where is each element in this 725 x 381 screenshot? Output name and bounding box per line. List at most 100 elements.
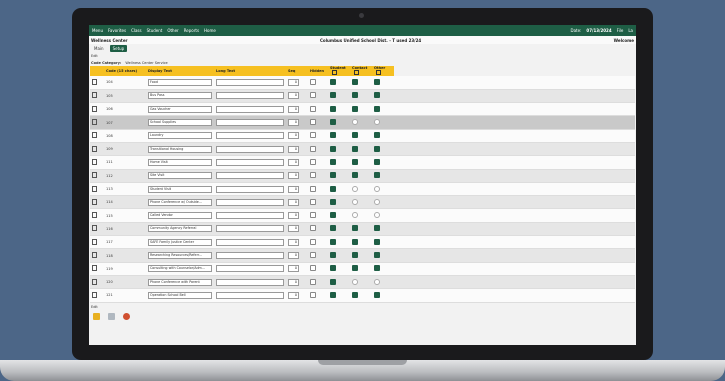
long-text-input[interactable] <box>216 225 284 233</box>
contact-checkbox[interactable] <box>352 278 358 285</box>
student-checkbox[interactable] <box>330 212 336 219</box>
other-checkbox[interactable] <box>374 278 380 285</box>
student-checkbox[interactable] <box>330 291 336 298</box>
contact-checkbox[interactable] <box>352 238 358 245</box>
long-text-input[interactable] <box>216 252 284 259</box>
long-text-input[interactable] <box>216 145 284 153</box>
home-link[interactable]: Home <box>204 28 216 33</box>
long-text-input[interactable] <box>216 158 284 166</box>
long-text-input[interactable] <box>216 78 284 86</box>
display-text-input[interactable]: Student Visit <box>148 185 212 193</box>
contact-checkbox[interactable] <box>352 145 358 152</box>
other-checkbox[interactable] <box>374 225 380 232</box>
seq-input[interactable]: 0 <box>288 172 299 180</box>
display-text-input[interactable]: Operation School Bell <box>148 291 212 299</box>
long-text-input[interactable] <box>216 185 284 193</box>
seq-input[interactable]: 0 <box>288 132 299 140</box>
long-text-input[interactable] <box>216 212 284 220</box>
hidden-checkbox[interactable] <box>310 238 316 245</box>
tab-main[interactable]: Main <box>91 45 107 52</box>
trash-icon[interactable] <box>92 78 97 85</box>
other-checkbox[interactable] <box>374 185 380 192</box>
seq-input[interactable]: 0 <box>288 278 299 286</box>
student-checkbox[interactable] <box>330 145 336 152</box>
display-text-input[interactable]: Consulting with Counselor/Adm... <box>148 265 212 273</box>
contact-checkbox[interactable] <box>352 119 358 126</box>
other-checkbox[interactable] <box>374 92 380 99</box>
display-text-input[interactable]: School Supplies <box>148 119 212 127</box>
hidden-checkbox[interactable] <box>310 212 316 219</box>
other-checkbox[interactable] <box>374 252 380 258</box>
trash-icon[interactable] <box>92 265 97 272</box>
hidden-checkbox[interactable] <box>310 265 316 272</box>
contact-checkbox[interactable] <box>352 78 358 85</box>
other-checkbox[interactable] <box>374 198 380 205</box>
trash-icon[interactable] <box>92 238 97 245</box>
long-text-input[interactable] <box>216 132 284 140</box>
folder-icon[interactable] <box>93 312 100 320</box>
long-text-input[interactable] <box>216 198 284 206</box>
long-text-input[interactable] <box>216 238 284 246</box>
trash-icon[interactable] <box>92 172 97 179</box>
contact-checkbox[interactable] <box>352 172 358 179</box>
hidden-checkbox[interactable] <box>310 105 316 112</box>
display-text-input[interactable]: Gas Voucher <box>148 105 212 113</box>
display-text-input[interactable]: Phone Conference w/ Outside... <box>148 198 212 206</box>
edit-link[interactable]: Edit <box>89 53 636 60</box>
trash-icon[interactable] <box>92 212 97 219</box>
other-checkbox[interactable] <box>374 78 380 85</box>
seq-input[interactable]: 0 <box>288 145 299 153</box>
seq-input[interactable]: 0 <box>288 225 299 233</box>
hidden-checkbox[interactable] <box>310 78 316 85</box>
favorites-menu[interactable]: Favorites <box>108 28 126 33</box>
seq-input[interactable]: 0 <box>288 105 299 113</box>
hidden-checkbox[interactable] <box>310 198 316 205</box>
contact-checkbox[interactable] <box>352 212 358 219</box>
trash-icon[interactable] <box>92 105 97 112</box>
other-checkbox[interactable] <box>374 291 380 298</box>
trash-icon[interactable] <box>92 225 97 232</box>
hidden-checkbox[interactable] <box>310 158 316 165</box>
select-all-checkbox[interactable] <box>376 70 381 75</box>
long-text-input[interactable] <box>216 172 284 180</box>
other-checkbox[interactable] <box>374 105 380 112</box>
seq-input[interactable]: 0 <box>288 92 299 100</box>
seq-input[interactable]: 0 <box>288 238 299 246</box>
display-text-input[interactable]: SAFE Family Justice Center <box>148 238 212 246</box>
hidden-checkbox[interactable] <box>310 172 316 179</box>
hidden-checkbox[interactable] <box>310 145 316 152</box>
student-checkbox[interactable] <box>330 119 336 126</box>
other-checkbox[interactable] <box>374 265 380 272</box>
trash-icon[interactable] <box>92 158 97 165</box>
seq-input[interactable]: 0 <box>288 119 299 127</box>
select-all-checkbox[interactable] <box>332 70 337 75</box>
student-checkbox[interactable] <box>330 78 336 85</box>
other-checkbox[interactable] <box>374 145 380 152</box>
student-checkbox[interactable] <box>330 92 336 99</box>
hidden-checkbox[interactable] <box>310 185 316 192</box>
display-text-input[interactable]: Transitional Housing <box>148 145 212 153</box>
long-text-input[interactable] <box>216 291 284 299</box>
student-checkbox[interactable] <box>330 158 336 165</box>
long-text-input[interactable] <box>216 265 284 273</box>
trash-icon[interactable] <box>92 278 97 285</box>
seq-input[interactable]: 0 <box>288 252 299 259</box>
student-menu[interactable]: Student <box>147 28 163 33</box>
contact-checkbox[interactable] <box>352 158 358 165</box>
student-checkbox[interactable] <box>330 132 336 139</box>
palette-icon[interactable] <box>123 312 130 320</box>
user-menu[interactable]: La <box>628 28 633 33</box>
other-checkbox[interactable] <box>374 119 380 126</box>
student-checkbox[interactable] <box>330 252 336 258</box>
seq-input[interactable]: 0 <box>288 265 299 273</box>
student-checkbox[interactable] <box>330 225 336 232</box>
display-text-input[interactable]: Bus Pass <box>148 92 212 100</box>
student-checkbox[interactable] <box>330 105 336 112</box>
reports-menu[interactable]: Reports <box>184 28 199 33</box>
display-text-input[interactable]: Called Vendor <box>148 212 212 220</box>
seq-input[interactable]: 0 <box>288 212 299 220</box>
seq-input[interactable]: 0 <box>288 291 299 299</box>
display-text-input[interactable]: Food <box>148 78 212 86</box>
display-text-input[interactable]: Community Agency Referral <box>148 225 212 233</box>
student-checkbox[interactable] <box>330 198 336 205</box>
